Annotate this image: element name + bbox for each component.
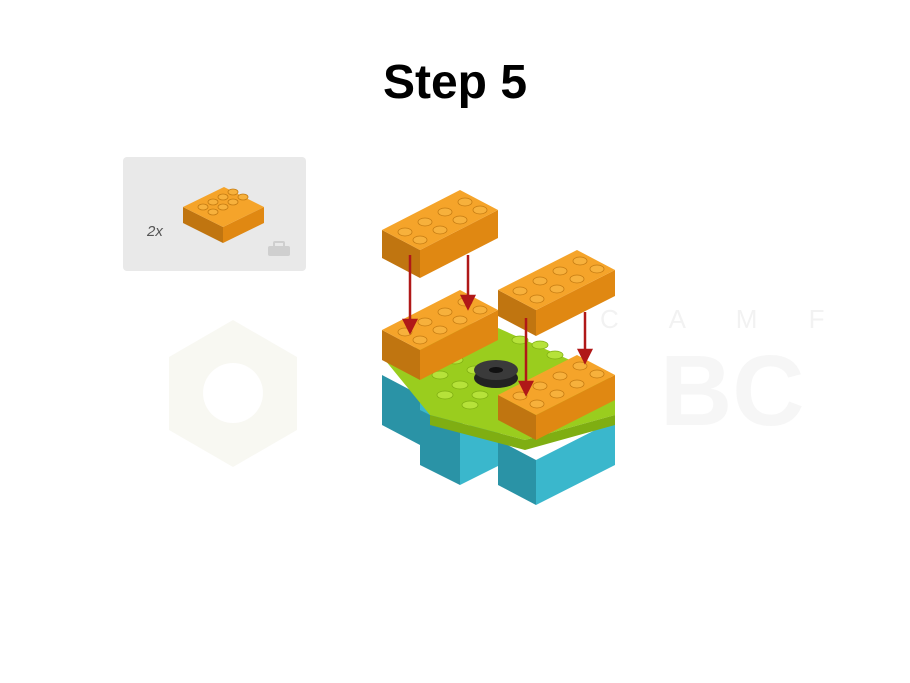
arrow-icon <box>459 255 477 311</box>
watermark-text-main: BC <box>660 335 804 447</box>
arrow-icon <box>576 312 594 365</box>
orange-brick-upper-left <box>382 190 498 278</box>
watermark-text-top: C A M F <box>600 304 846 334</box>
orange-brick-upper-right <box>498 250 615 336</box>
assembly-diagram: C A M F BC <box>169 190 846 505</box>
